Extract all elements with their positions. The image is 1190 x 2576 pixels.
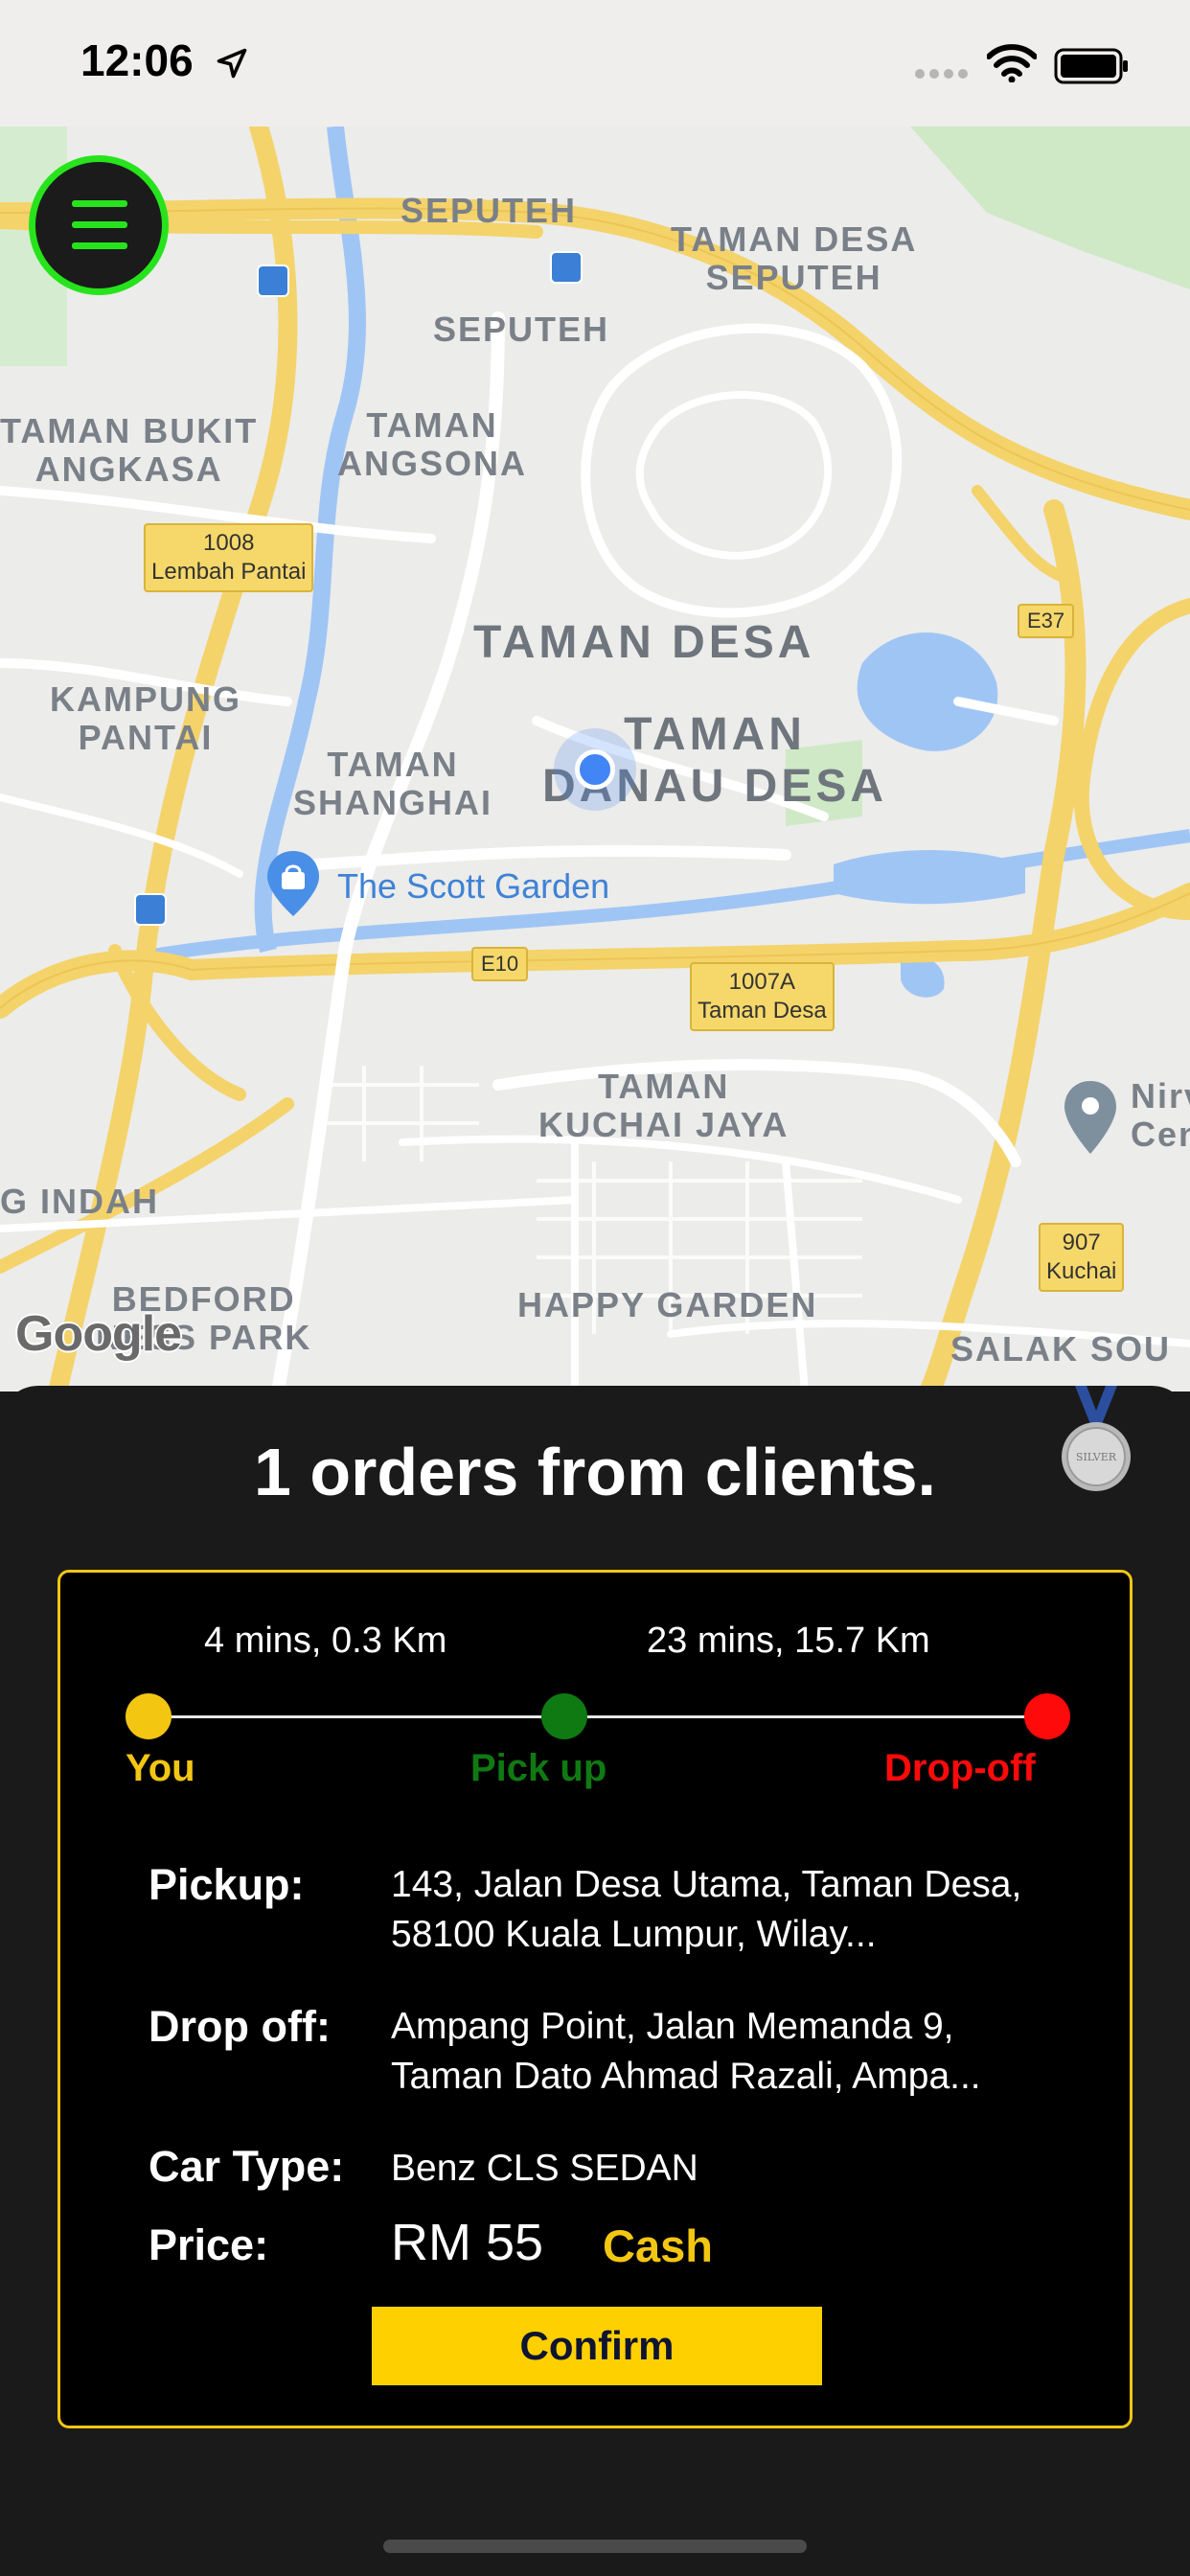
pickup-dot [541, 1693, 587, 1739]
car-type-value: Benz CLS SEDAN [391, 2148, 698, 2189]
medal-text: SILVER [1076, 1451, 1117, 1463]
map-view[interactable]: SEPUTEH TAMAN DESA SEPUTEH SEPUTEH TAMAN… [0, 126, 1190, 1392]
map-area-label: SALAK SOU [950, 1329, 1172, 1368]
poi-label[interactable]: The Scott Garden [337, 866, 609, 907]
sheet-title: 1 orders from clients. [254, 1435, 936, 1509]
order-card[interactable]: 4 mins, 0.3 Km 23 mins, 15.7 Km You Pick… [57, 1570, 1133, 2428]
car-type-label: Car Type: [149, 2142, 345, 2191]
eta-to-dropoff: 23 mins, 15.7 Km [647, 1621, 930, 1661]
map-area-label: TAMAN ANGSONA [337, 405, 528, 484]
map-area-label: TAMAN BUKIT ANGKASA [0, 411, 259, 490]
road-shield: 1007A Taman Desa [690, 962, 835, 1031]
location-arrow-icon [217, 48, 247, 79]
status-time: 12:06 [80, 35, 194, 85]
pickup-label: Pick up [470, 1747, 607, 1789]
silver-medal-icon: SILVER [1062, 1386, 1131, 1491]
road-shield: E37 [1018, 604, 1075, 638]
map-area-label: SEPUTEH [433, 310, 610, 349]
train-station-icon [257, 264, 289, 297]
shopping-pin-icon[interactable] [264, 849, 322, 918]
price-value: RM 55 [391, 2214, 544, 2271]
train-station-icon [550, 251, 583, 284]
wifi-icon [987, 44, 1037, 82]
map-area-label: HAPPY GARDEN [517, 1285, 818, 1324]
cellular-signal-icon [915, 69, 968, 79]
confirm-button[interactable]: Confirm [372, 2307, 822, 2385]
battery-icon [1054, 48, 1128, 84]
hamburger-icon [72, 200, 127, 207]
map-area-label: TAMAN SHANGHAI [293, 745, 493, 823]
menu-button[interactable] [29, 155, 169, 295]
pickup-field-label: Pickup: [149, 1860, 305, 1909]
map-area-label: TAMAN DESA [473, 617, 815, 668]
hamburger-icon [72, 221, 127, 228]
place-pin-icon[interactable] [1062, 1079, 1119, 1156]
pickup-address: 143, Jalan Desa Utama, Taman Desa, 58100… [391, 1864, 1022, 1955]
map-area-label: G INDAH [0, 1182, 159, 1221]
dropoff-label: Drop-off [884, 1747, 1036, 1789]
road-shield: E10 [471, 947, 529, 981]
map-area-label: KAMPUNG PANTAI [50, 679, 241, 758]
route-line [149, 1715, 1053, 1718]
current-location-marker [554, 728, 636, 811]
road-shield: 1008 Lembah Pantai [144, 523, 314, 592]
map-area-label: Nirv Cen [1131, 1076, 1190, 1155]
payment-method: Cash [603, 2220, 713, 2271]
dropoff-field-label: Drop off: [149, 2002, 331, 2051]
price-label: Price: [149, 2220, 269, 2269]
map-area-label: TAMAN DESA SEPUTEH [671, 219, 918, 298]
you-dot [126, 1693, 172, 1739]
dropoff-address: Ampang Point, Jalan Memanda 9, Taman Dat… [391, 2006, 981, 2097]
map-area-label: TAMAN KUCHAI JAYA [538, 1067, 790, 1145]
train-station-icon [134, 893, 167, 926]
eta-to-pickup: 4 mins, 0.3 Km [204, 1621, 447, 1661]
current-location-dot [575, 749, 615, 790]
dropoff-dot [1024, 1693, 1070, 1739]
road-shield: 907 Kuchai [1039, 1223, 1125, 1292]
google-attribution: Google [15, 1306, 182, 1362]
orders-sheet: 1 orders from clients. SILVER 4 mins, 0.… [0, 1386, 1190, 2576]
map-area-label: SEPUTEH [400, 191, 578, 230]
you-label: You [126, 1747, 195, 1789]
status-bar: 12:06 [0, 0, 1190, 126]
hamburger-icon [72, 242, 127, 249]
home-indicator[interactable] [383, 2540, 807, 2553]
